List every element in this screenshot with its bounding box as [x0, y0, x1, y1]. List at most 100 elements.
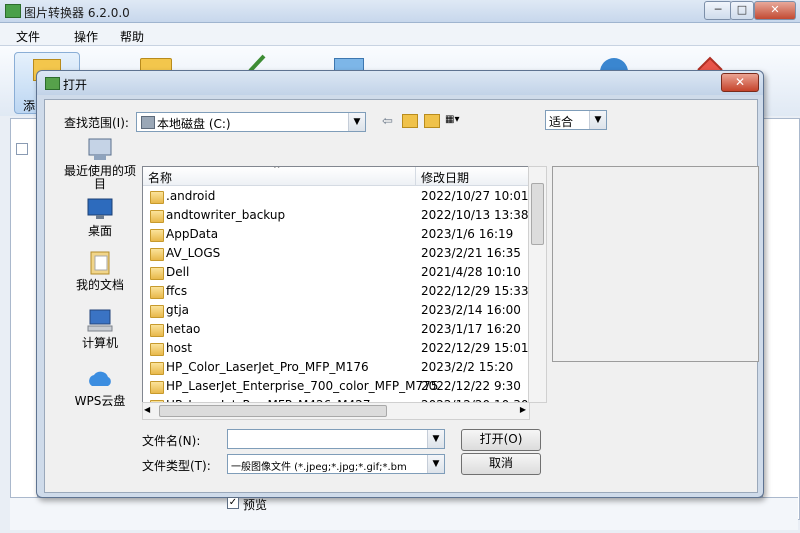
look-in-value: 本地磁盘 (C:): [157, 117, 231, 131]
app-panel-right: [762, 118, 800, 520]
file-row[interactable]: AppData 2023/1/6 16:19: [143, 225, 529, 244]
folder-icon: [150, 343, 164, 356]
filetype-value: 一般图像文件 (*.jpeg;*.jpg;*.gif;*.bm: [231, 462, 407, 473]
file-list-vertical-scrollbar[interactable]: [528, 166, 547, 403]
zoom-value: 适合: [549, 115, 574, 129]
file-name: host: [166, 341, 192, 355]
file-list[interactable]: 名称 ^ 修改日期 .android 2022/10/27 10:01 andtow…: [142, 166, 530, 420]
file-row[interactable]: hetao 2023/1/17 16:20: [143, 320, 529, 339]
recent-items-icon: [86, 136, 114, 162]
preview-checkbox-label: 预览: [243, 498, 268, 512]
app-file-panel-left: [10, 118, 38, 520]
vertical-scroll-thumb[interactable]: [531, 183, 544, 245]
dialog-client-area: 查找范围(I): 本地磁盘 (C:) ▼ ⇦ ▦▾ 适合 ▼ 最近使用的项目 桌…: [44, 99, 759, 512]
add-button-label: 添: [23, 99, 36, 113]
my-documents-icon: [86, 250, 114, 276]
place-label: WPS云盘: [74, 394, 126, 408]
file-modified-date: 2022/12/22 9:30: [421, 379, 521, 393]
app-icon: [5, 4, 21, 18]
folder-icon: [150, 381, 164, 394]
filename-label: 文件名(N):: [142, 434, 201, 448]
menu-operate[interactable]: 操作: [74, 28, 98, 45]
file-row[interactable]: host 2022/12/29 15:01: [143, 339, 529, 358]
file-row[interactable]: andtowriter_backup 2022/10/13 13:38: [143, 206, 529, 225]
zoom-dropdown[interactable]: 适合 ▼: [545, 110, 607, 130]
file-name: HP_Color_LaserJet_Pro_MFP_M176: [166, 360, 369, 374]
new-folder-icon[interactable]: [424, 114, 440, 128]
chevron-down-icon[interactable]: ▼: [589, 111, 606, 129]
file-modified-date: 2023/2/2 15:20: [421, 360, 514, 374]
place-documents[interactable]: 我的文档: [59, 250, 141, 292]
column-name-label: 名称: [148, 171, 173, 185]
filetype-label: 文件类型(T):: [142, 459, 211, 473]
file-row[interactable]: HP_Color_LaserJet_Pro_MFP_M176 2023/2/2 1…: [143, 358, 529, 377]
column-modified-label: 修改日期: [421, 171, 470, 185]
file-name: HP_LaserJet_Enterprise_700_color_MFP_M77…: [166, 379, 439, 393]
file-row[interactable]: AV_LOGS 2023/2/21 16:35: [143, 244, 529, 263]
file-modified-date: 2023/2/14 16:00: [421, 303, 521, 317]
chevron-down-icon[interactable]: ▼: [427, 430, 444, 448]
folder-icon: [150, 362, 164, 375]
file-modified-date: 2023/1/6 16:19: [421, 227, 514, 241]
folder-icon: [150, 324, 164, 337]
file-list-horizontal-scrollbar[interactable]: ◀ ▶: [142, 402, 530, 420]
menu-help[interactable]: 帮助: [120, 28, 144, 45]
minimize-button[interactable]: ─: [704, 1, 732, 20]
file-modified-date: 2023/1/17 16:20: [421, 322, 521, 336]
file-modified-date: 2022/10/13 13:38: [421, 208, 529, 222]
view-menu-icon[interactable]: ▦▾: [445, 114, 467, 126]
file-modified-date: 2022/12/29 15:01: [421, 341, 529, 355]
dialog-titlebar: [37, 71, 763, 95]
file-name: andtowriter_backup: [166, 208, 286, 222]
dialog-close-button[interactable]: ✕: [721, 73, 759, 92]
desktop-icon: [86, 196, 114, 222]
open-button[interactable]: 打开(O): [461, 429, 541, 451]
scroll-left-icon[interactable]: ◀: [144, 405, 150, 414]
select-all-checkbox[interactable]: [16, 143, 28, 155]
sort-ascending-icon: ^: [273, 166, 281, 175]
menu-file[interactable]: 文件: [16, 28, 40, 45]
place-computer[interactable]: 计算机: [59, 308, 141, 350]
file-row[interactable]: gtja 2023/2/14 16:00: [143, 301, 529, 320]
column-header-modified[interactable]: 修改日期: [416, 167, 528, 186]
filename-input[interactable]: ▼: [227, 429, 445, 449]
app-close-button[interactable]: ✕: [754, 1, 796, 20]
file-name: AV_LOGS: [166, 246, 221, 260]
filetype-dropdown[interactable]: 一般图像文件 (*.jpeg;*.jpg;*.gif;*.bm ▼: [227, 454, 445, 474]
look-in-dropdown[interactable]: 本地磁盘 (C:) ▼: [136, 112, 366, 132]
look-in-label: 查找范围(I):: [64, 116, 129, 130]
folder-icon: [150, 229, 164, 242]
back-arrow-icon[interactable]: ⇦: [382, 114, 393, 129]
file-name: Dell: [166, 265, 190, 279]
file-modified-date: 2021/4/28 10:10: [421, 265, 521, 279]
dialog-app-icon: [45, 77, 60, 90]
file-row[interactable]: Dell 2021/4/28 10:10: [143, 263, 529, 282]
place-label: 我的文档: [75, 278, 124, 292]
place-wps-cloud[interactable]: WPS云盘: [59, 366, 141, 408]
computer-icon: [86, 308, 114, 334]
folder-icon: [150, 210, 164, 223]
place-desktop[interactable]: 桌面: [59, 196, 141, 238]
chevron-down-icon[interactable]: ▼: [427, 455, 444, 473]
file-name: ffcs: [166, 284, 188, 298]
file-modified-date: 2023/2/21 16:35: [421, 246, 521, 260]
file-row[interactable]: .android 2022/10/27 10:01: [143, 187, 529, 206]
maximize-button[interactable]: □: [730, 1, 754, 20]
folder-icon: [150, 305, 164, 318]
folder-icon: [150, 267, 164, 280]
preview-checkbox[interactable]: ✓: [227, 497, 239, 509]
horizontal-scroll-thumb[interactable]: [159, 405, 387, 417]
scroll-right-icon[interactable]: ▶: [520, 405, 526, 414]
folder-icon: [150, 191, 164, 204]
app-status-area: [10, 497, 798, 530]
cancel-button[interactable]: 取消: [461, 453, 541, 475]
dialog-title: 打开: [63, 78, 88, 92]
column-header-name[interactable]: 名称 ^: [143, 167, 416, 186]
file-row[interactable]: HP_LaserJet_Enterprise_700_color_MFP_M77…: [143, 377, 529, 396]
place-recent[interactable]: 最近使用的项目: [59, 136, 141, 191]
chevron-down-icon[interactable]: ▼: [348, 113, 365, 131]
file-name: .android: [166, 189, 216, 203]
file-row[interactable]: ffcs 2022/12/29 15:33: [143, 282, 529, 301]
up-folder-icon[interactable]: [402, 114, 418, 128]
place-label: 桌面: [87, 224, 112, 238]
